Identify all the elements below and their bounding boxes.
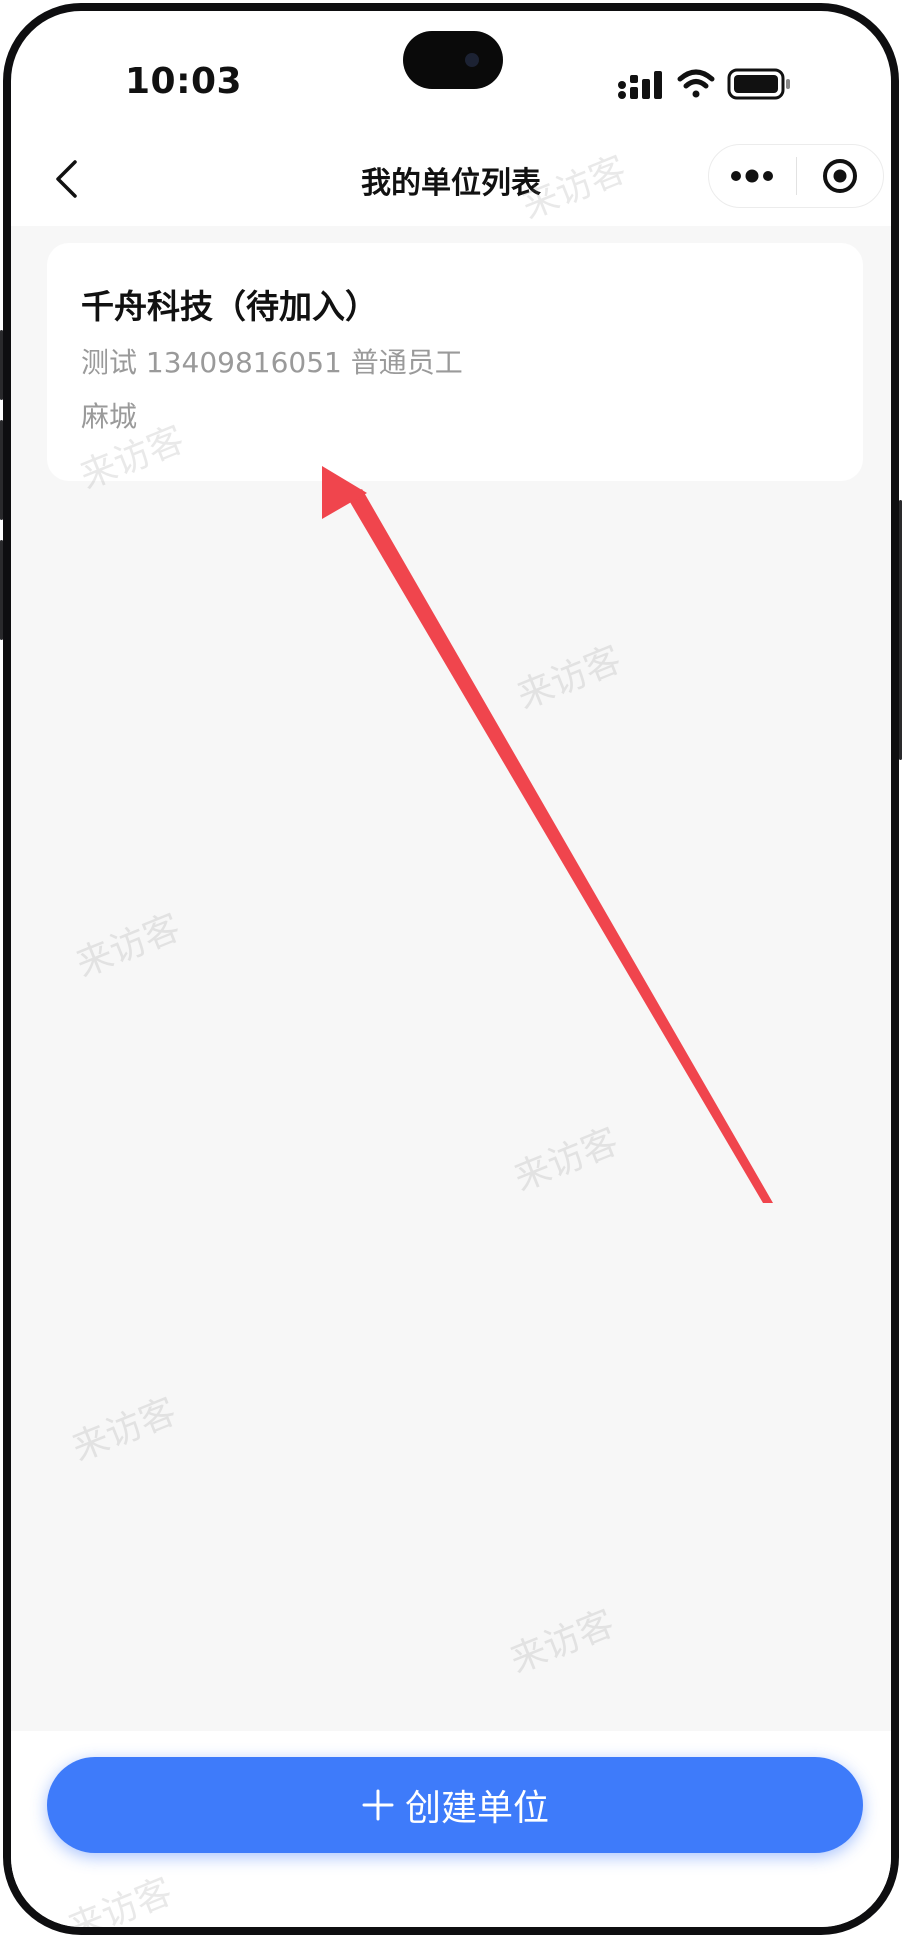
camera-icon bbox=[465, 53, 479, 67]
close-miniprogram-button[interactable] bbox=[797, 144, 884, 208]
miniprogram-capsule bbox=[708, 144, 884, 208]
signal-icon bbox=[618, 71, 662, 99]
battery-icon bbox=[727, 68, 790, 100]
status-time: 10:03 bbox=[125, 61, 243, 102]
create-unit-label: 创建单位 bbox=[404, 1788, 549, 1829]
nav-bar: 我的单位列表 bbox=[11, 136, 891, 226]
bottom-bar: 创建单位 bbox=[11, 1731, 891, 1927]
unit-list-content: 千舟科技（待加入） 测试 13409816051 普通员工 麻城 bbox=[11, 226, 891, 1731]
wifi-icon bbox=[677, 69, 715, 98]
phone-frame: 10:03 我的单位列表 千舟科技（待加入） 测试 13409816051 普通… bbox=[3, 3, 899, 1935]
create-unit-button[interactable]: 创建单位 bbox=[47, 1757, 863, 1853]
unit-name: 千舟科技（待加入） bbox=[81, 287, 378, 326]
more-dots-icon bbox=[731, 169, 774, 183]
plus-icon bbox=[361, 1788, 395, 1822]
status-bar: 10:03 bbox=[11, 11, 891, 136]
unit-city: 麻城 bbox=[81, 400, 138, 433]
target-circle-icon bbox=[822, 159, 857, 193]
more-button[interactable] bbox=[709, 144, 796, 208]
unit-card[interactable]: 千舟科技（待加入） 测试 13409816051 普通员工 麻城 bbox=[47, 243, 863, 481]
dynamic-island bbox=[403, 31, 503, 89]
status-icons bbox=[618, 68, 790, 100]
unit-detail: 测试 13409816051 普通员工 bbox=[81, 346, 463, 379]
